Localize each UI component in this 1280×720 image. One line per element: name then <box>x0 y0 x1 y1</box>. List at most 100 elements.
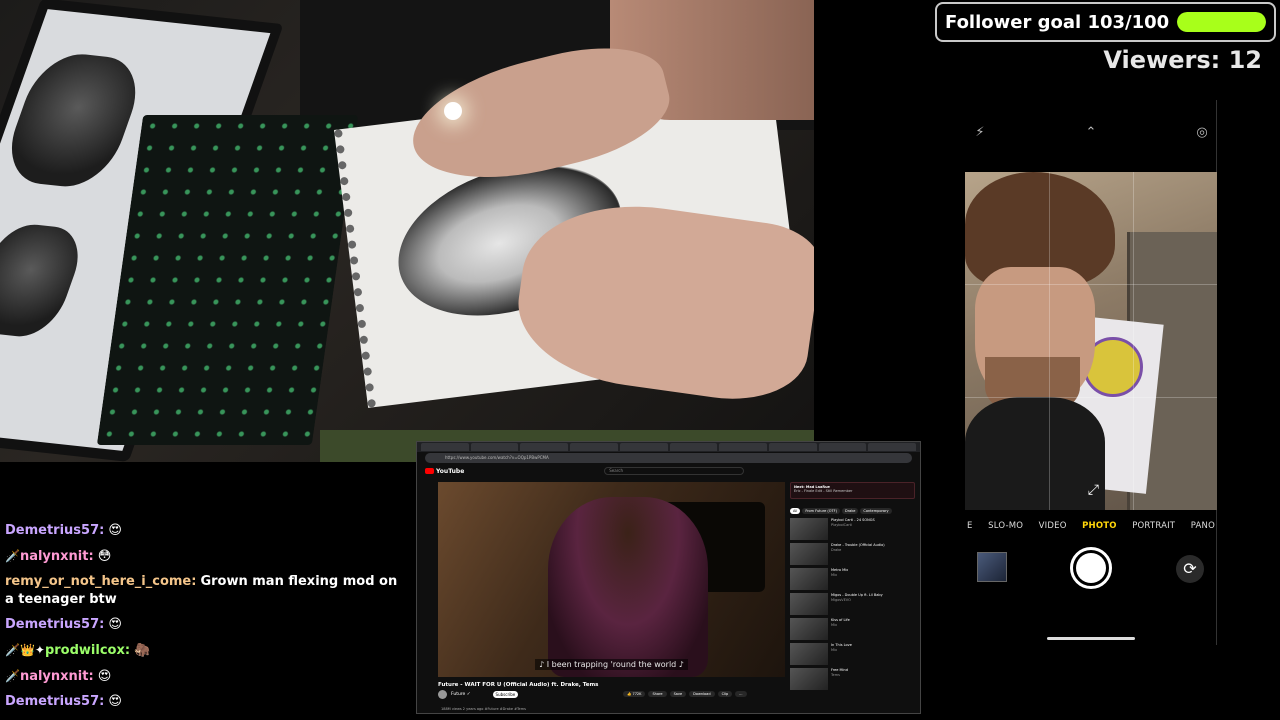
video-title: Future - WAIT FOR U (Official Audio) ft.… <box>438 682 599 688</box>
reference-photo <box>0 49 150 191</box>
filter-chip[interactable]: All <box>790 508 801 514</box>
chevron-up-icon[interactable]: ⌃ <box>1082 124 1100 142</box>
chat-username[interactable]: nalynxnit: <box>20 549 94 564</box>
video-action-button[interactable]: 👍 772K <box>623 691 646 697</box>
sponsored-card[interactable]: Next: Mad LaaRue Eric - Finale Edit - St… <box>790 482 915 499</box>
recommendations-sidebar: Next: Mad LaaRue Eric - Finale Edit - St… <box>790 482 915 712</box>
follower-goal-bar <box>1177 12 1266 32</box>
youtube-search-input[interactable]: Search <box>604 467 745 475</box>
browser-tab[interactable] <box>768 443 817 451</box>
chat-username[interactable]: remy_or_not_here_i_come: <box>5 574 196 589</box>
recommendation-text: Metro Mix Mix <box>831 568 848 590</box>
video-caption: ♪ I been trapping 'round the world ♪ <box>438 659 785 670</box>
browser-tab[interactable] <box>421 443 469 451</box>
reference-photo-secondary <box>0 221 90 340</box>
chat-username[interactable]: prodwilcox: <box>45 643 130 658</box>
camera-mode-slo-mo[interactable]: SLO-MO <box>988 521 1023 531</box>
recommendation-item[interactable]: Drake - Trouble (Official Audio) Drake <box>790 543 915 565</box>
chat-text: 😍 <box>97 669 112 684</box>
follower-goal-fill <box>1177 12 1266 32</box>
chat-username[interactable]: Demetrius57: <box>5 523 104 538</box>
viewer-count: Viewers: 12 <box>1103 46 1262 74</box>
chat-username[interactable]: nalynxnit: <box>20 669 94 684</box>
browser-tab[interactable] <box>719 443 767 451</box>
recommendation-text: In This Love Mix <box>831 643 852 665</box>
camera-mode-portrait[interactable]: PORTRAIT <box>1132 521 1175 531</box>
phone-camera-view: ⚡ ⌃ ◎ ⤢ E SLO-MO VIDEO PHOTO PORTRAIT PANO ⟳ <box>965 100 1217 645</box>
video-action-button[interactable]: Clip <box>717 691 733 697</box>
webcam-drawing-feed <box>0 0 814 462</box>
recommendation-item[interactable]: Migos - Double Up ft. Lil Baby MigosVEVO <box>790 593 915 615</box>
recommendation-thumbnail[interactable] <box>790 643 828 665</box>
shutter-inner <box>1076 553 1106 583</box>
desk-lamp-light <box>444 102 462 120</box>
recommendation-item[interactable]: Kiss of Life Mix <box>790 618 915 640</box>
youtube-logo[interactable]: YouTube <box>425 468 464 475</box>
recommendation-list: Playboi Carti - 24 SONGS PlayboiCarti Drak… <box>790 518 915 690</box>
filter-chip[interactable]: From Future (OTF) <box>802 508 841 514</box>
follower-goal-label: Follower goal 103/100 <box>945 11 1170 33</box>
recommendation-item[interactable]: In This Love Mix <box>790 643 915 665</box>
channel-row: Future ✓ Subscribe <box>438 690 519 699</box>
channel-avatar[interactable] <box>438 690 447 699</box>
recommendation-channel: Mix <box>831 573 838 577</box>
chat-text: 🦣 <box>134 643 151 658</box>
browser-tab[interactable] <box>868 443 917 451</box>
filter-chip[interactable]: Contemporary <box>860 508 892 514</box>
recommendation-thumbnail[interactable] <box>790 593 828 615</box>
recommendation-thumbnail[interactable] <box>790 568 828 590</box>
live-photo-icon[interactable]: ◎ <box>1193 124 1211 142</box>
video-action-button[interactable]: Share <box>648 691 667 697</box>
recommendation-item[interactable]: Playboi Carti - 24 SONGS PlayboiCarti <box>790 518 915 540</box>
camera-mode-e[interactable]: E <box>967 521 973 531</box>
grid-line <box>965 284 1217 285</box>
chat-username[interactable]: Demetrius57: <box>5 694 104 709</box>
camera-mode-pano[interactable]: PANO <box>1191 521 1215 531</box>
chat-message: Demetrius57: 😍 <box>5 616 410 634</box>
grid-line <box>1049 172 1050 510</box>
recommendation-item[interactable]: Metro Mix Mix <box>790 568 915 590</box>
camera-mode-photo[interactable]: PHOTO <box>1082 521 1117 531</box>
subscribe-button[interactable]: Subscribe <box>492 691 519 698</box>
browser-tab[interactable] <box>570 443 618 451</box>
video-player[interactable]: ♪ I been trapping 'round the world ♪ <box>438 482 785 677</box>
viewer-count-label: Viewers: <box>1103 46 1221 74</box>
video-stats: 188M views 2 years ago #Future #Drake #T… <box>441 707 526 711</box>
chat-message: 🗡️nalynxnit: 😳 <box>5 547 410 566</box>
expand-icon[interactable]: ⤢ <box>1088 482 1099 498</box>
recommendation-item[interactable]: Free Mind Tems <box>790 668 915 690</box>
follower-goal-widget: Follower goal 103/100 <box>935 2 1276 42</box>
recommendation-thumbnail[interactable] <box>790 518 828 540</box>
chat-text: 😳 <box>97 549 112 564</box>
video-action-button[interactable]: ... <box>735 691 747 697</box>
shutter-button[interactable] <box>1070 547 1112 589</box>
camera-mode-selector[interactable]: E SLO-MO VIDEO PHOTO PORTRAIT PANO <box>965 521 1217 531</box>
recommendation-channel: Mix <box>831 623 838 627</box>
recommendation-thumbnail[interactable] <box>790 668 828 690</box>
recommendation-channel: MigosVEVO <box>831 598 851 602</box>
flash-off-icon[interactable]: ⚡ <box>971 124 989 142</box>
chat-username[interactable]: Demetrius57: <box>5 617 104 632</box>
flip-camera-icon[interactable]: ⟳ <box>1176 555 1204 583</box>
address-bar[interactable]: https://www.youtube.com/watch?v=OQp1PBwP… <box>425 453 912 463</box>
chat-badges: 🗡️👑✦ <box>5 643 45 657</box>
recommendation-text: Kiss of Life Mix <box>831 618 850 640</box>
recommendation-channel: Mix <box>831 648 838 652</box>
filter-chip[interactable]: Drake <box>842 508 859 514</box>
camera-mode-video[interactable]: VIDEO <box>1039 521 1067 531</box>
browser-tab[interactable] <box>818 443 867 451</box>
last-photo-thumbnail[interactable] <box>977 552 1007 582</box>
browser-tab[interactable] <box>619 443 668 451</box>
browser-tab[interactable] <box>520 443 569 451</box>
channel-name[interactable]: Future ✓ <box>451 692 471 697</box>
video-caption-text: ♪ I been trapping 'round the world ♪ <box>535 659 688 670</box>
chat-text: 😍 <box>108 617 122 632</box>
recommendation-thumbnail[interactable] <box>790 618 828 640</box>
video-action-button[interactable]: Save <box>669 691 687 697</box>
browser-tab[interactable] <box>669 443 718 451</box>
browser-tab-strip <box>417 442 920 452</box>
browser-tab[interactable] <box>470 443 519 451</box>
video-action-button[interactable]: Download <box>689 691 715 697</box>
recommendation-thumbnail[interactable] <box>790 543 828 565</box>
camera-viewfinder: ⤢ <box>965 172 1217 510</box>
